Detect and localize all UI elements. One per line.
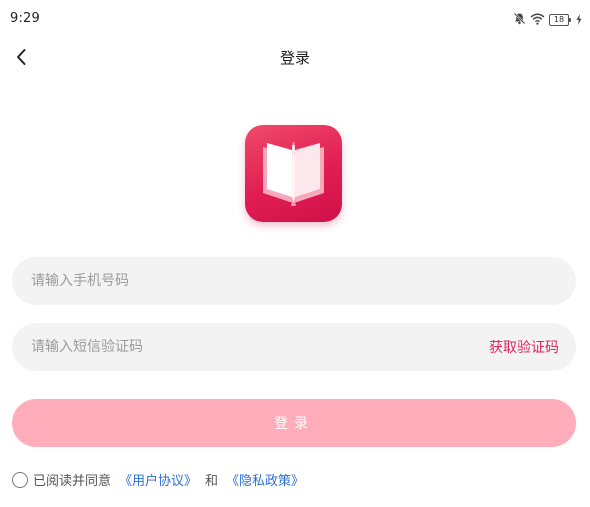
agreement-row: 已阅读并同意 《用户协议》 和 《隐私政策》 bbox=[12, 470, 304, 489]
page-title: 登录 bbox=[279, 49, 310, 67]
privacy-policy-link[interactable]: 《隐私政策》 bbox=[226, 470, 304, 489]
agreement-checkbox[interactable] bbox=[12, 471, 28, 488]
code-field: 获取验证码 bbox=[12, 322, 576, 372]
login-button[interactable]: 登录 bbox=[12, 399, 576, 447]
open-book-icon bbox=[263, 142, 324, 206]
get-code-button[interactable]: 获取验证码 bbox=[489, 337, 559, 357]
phone-input[interactable] bbox=[29, 256, 559, 306]
mute-bell-icon bbox=[513, 10, 526, 29]
agreement-prefix: 已阅读并同意 bbox=[33, 474, 112, 489]
sms-code-input[interactable] bbox=[29, 322, 489, 372]
user-agreement-link[interactable]: 《用户协议》 bbox=[119, 470, 197, 489]
agreement-conjunction: 和 bbox=[205, 474, 219, 489]
app-logo bbox=[245, 125, 342, 222]
charging-icon bbox=[576, 10, 582, 29]
status-time: 9:29 bbox=[10, 11, 40, 26]
phone-field bbox=[12, 256, 576, 306]
login-page: 9:29 18 登录 请输入手机号码 请输入短信验证码 获取验证码 登录 已阅读… bbox=[0, 0, 590, 507]
wifi-icon bbox=[530, 10, 545, 29]
battery-icon: 18 bbox=[549, 13, 571, 26]
status-icons: 18 bbox=[513, 10, 582, 29]
